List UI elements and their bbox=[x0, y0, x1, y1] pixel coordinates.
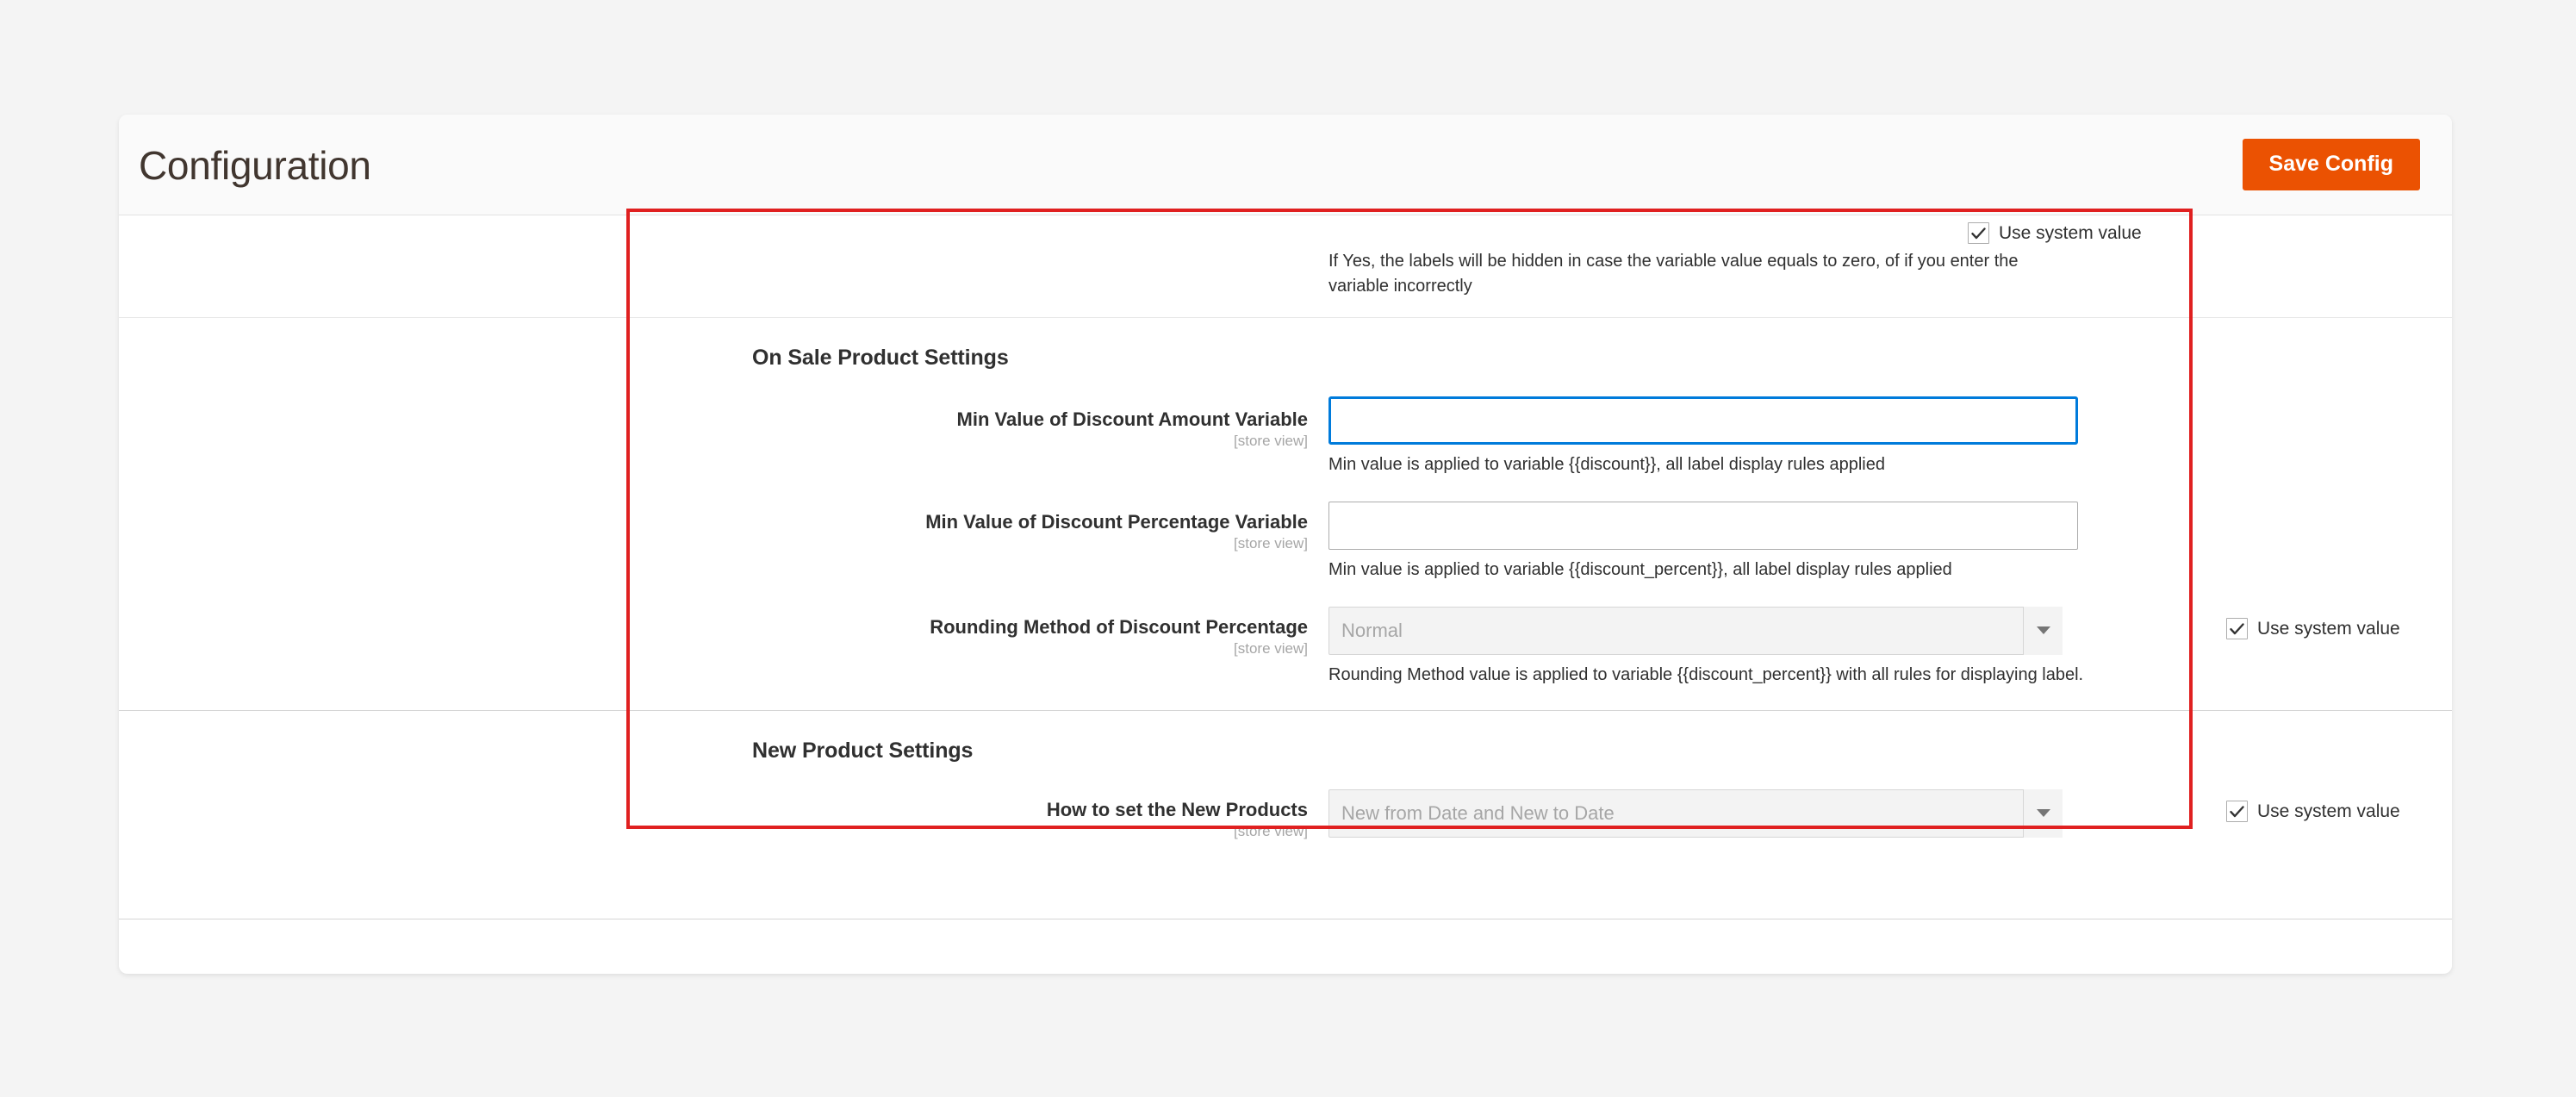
fieldset-new-product-settings: New Product Settings How to set the New … bbox=[119, 710, 2452, 893]
rounding-method-select-value[interactable]: Normal bbox=[1328, 607, 2063, 655]
field-comment-rounding-method: Rounding Method value is applied to vari… bbox=[1328, 665, 2084, 684]
field-row-rounding-method: Rounding Method of Discount Percentage [… bbox=[119, 607, 2452, 710]
field-label-min-discount-percentage: Min Value of Discount Percentage Variabl… bbox=[670, 511, 1308, 551]
how-to-set-new-products-select[interactable]: New from Date and New to Date bbox=[1328, 789, 2063, 838]
use-system-value-toggle[interactable]: Use system value bbox=[2226, 801, 2400, 822]
field-row-min-discount-percentage: Min Value of Discount Percentage Variabl… bbox=[119, 502, 2452, 607]
field-control-how-to-set-new-products: New from Date and New to Date bbox=[1328, 789, 2078, 838]
use-system-value-toggle[interactable]: Use system value bbox=[1968, 222, 2142, 244]
field-scope-text: [store view] bbox=[1234, 823, 1308, 840]
field-control-min-discount-percentage: Min value is applied to variable {{disco… bbox=[1328, 502, 2078, 583]
field-row-how-to-set-new-products: How to set the New Products [store view]… bbox=[119, 789, 2452, 893]
field-label-min-discount-amount: Min Value of Discount Amount Variable [s… bbox=[670, 408, 1308, 448]
use-system-value-label: Use system value bbox=[2257, 619, 2400, 639]
min-discount-percentage-input[interactable] bbox=[1328, 502, 2078, 550]
use-system-value-rounding-method: Use system value bbox=[2226, 618, 2400, 639]
previous-field-fragment: If Yes, the labels will be hidden in cas… bbox=[119, 215, 2452, 318]
field-label-text: How to set the New Products bbox=[1046, 799, 1308, 820]
page-header: Configuration Save Config bbox=[119, 115, 2452, 215]
field-control-min-discount-amount: Min value is applied to variable {{disco… bbox=[1328, 396, 2078, 477]
min-discount-amount-input[interactable] bbox=[1328, 396, 2078, 445]
configuration-form: If Yes, the labels will be hidden in cas… bbox=[119, 215, 2452, 973]
chevron-down-icon[interactable] bbox=[2023, 789, 2063, 838]
page-title: Configuration bbox=[139, 143, 371, 188]
field-label-text: Rounding Method of Discount Percentage bbox=[930, 616, 1308, 638]
field-label-how-to-set-new-products: How to set the New Products [store view] bbox=[670, 799, 1308, 838]
use-system-value-toggle[interactable]: Use system value bbox=[2226, 618, 2400, 639]
use-system-value-how-to-set-new-products: Use system value bbox=[2226, 801, 2400, 822]
field-label-text: Min Value of Discount Percentage Variabl… bbox=[925, 511, 1308, 533]
fieldset-on-sale-product-settings: On Sale Product Settings Min Value of Di… bbox=[119, 318, 2452, 710]
previous-field-comment: If Yes, the labels will be hidden in cas… bbox=[1328, 252, 2019, 296]
field-label-text: Min Value of Discount Amount Variable bbox=[956, 408, 1308, 430]
legend-on-sale-product-settings: On Sale Product Settings bbox=[752, 346, 1009, 370]
checkbox-checked-icon[interactable] bbox=[2226, 618, 2248, 639]
screen-root: Configuration Save Config If Yes, the la… bbox=[0, 0, 2576, 1097]
field-scope-text: [store view] bbox=[1234, 640, 1308, 658]
chevron-down-icon[interactable] bbox=[2023, 607, 2063, 655]
field-scope-text: [store view] bbox=[1234, 535, 1308, 552]
field-row-min-discount-amount: Min Value of Discount Amount Variable [s… bbox=[119, 396, 2452, 502]
rounding-method-select[interactable]: Normal bbox=[1328, 607, 2063, 655]
field-control-rounding-method: Normal Rounding Method value is applied … bbox=[1328, 607, 2084, 688]
checkbox-checked-icon[interactable] bbox=[2226, 801, 2248, 822]
checkbox-checked-icon[interactable] bbox=[1968, 222, 1989, 244]
field-comment-min-discount-percentage: Min value is applied to variable {{disco… bbox=[1328, 560, 1952, 579]
use-system-value-label: Use system value bbox=[1999, 223, 2142, 243]
how-to-set-new-products-select-value[interactable]: New from Date and New to Date bbox=[1328, 789, 2063, 838]
legend-new-product-settings: New Product Settings bbox=[752, 739, 974, 763]
field-scope-text: [store view] bbox=[1234, 433, 1308, 450]
field-comment-min-discount-amount: Min value is applied to variable {{disco… bbox=[1328, 455, 1885, 474]
use-system-value-label: Use system value bbox=[2257, 801, 2400, 821]
save-config-button[interactable]: Save Config bbox=[2242, 139, 2420, 190]
previous-field-use-system-value: Use system value bbox=[1968, 222, 2142, 244]
field-label-rounding-method: Rounding Method of Discount Percentage [… bbox=[670, 616, 1308, 656]
configuration-panel: Configuration Save Config If Yes, the la… bbox=[119, 115, 2452, 974]
